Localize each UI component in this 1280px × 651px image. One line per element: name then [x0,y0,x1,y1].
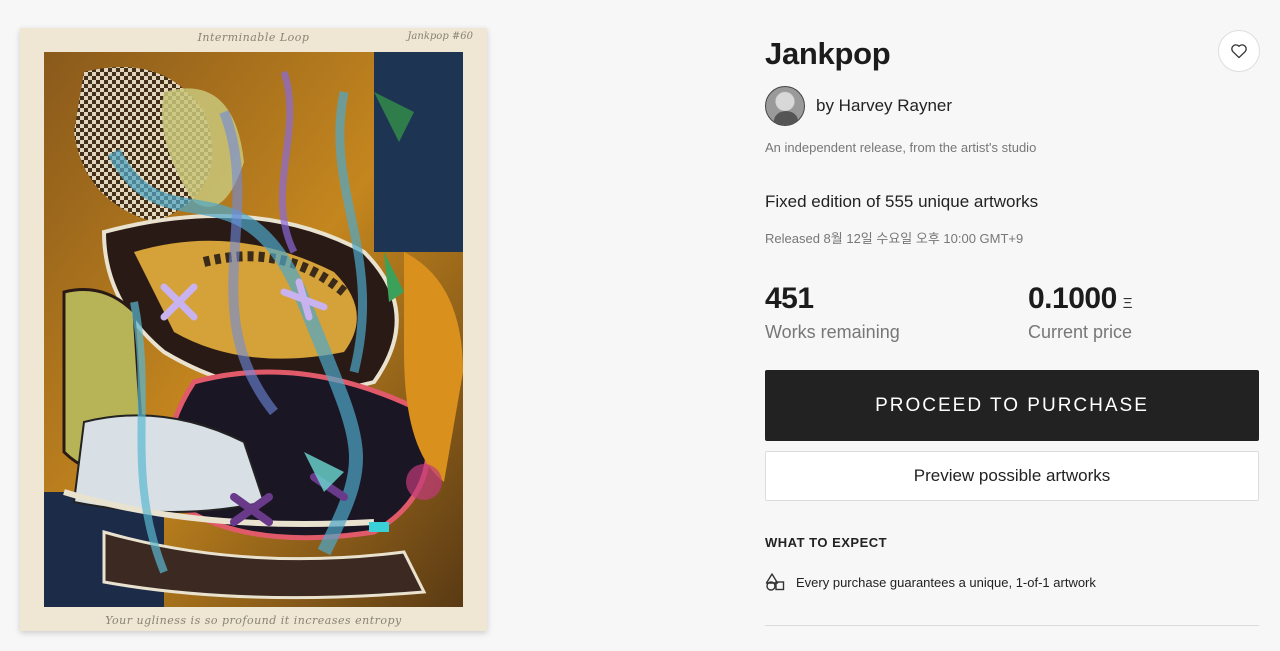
release-type: An independent release, from the artist'… [765,140,1037,155]
favorite-button[interactable] [1218,30,1260,72]
artwork-image[interactable]: Interminable Loop Jankpop #60 Your uglin… [20,28,487,631]
artist-link[interactable]: by Harvey Rayner [765,85,952,127]
project-title: Jankpop [765,36,891,71]
works-remaining-stat: 451 Works remaining [765,282,900,343]
avatar[interactable] [765,86,805,126]
what-to-expect-heading: WHAT TO EXPECT [765,535,888,550]
edition-info: Fixed edition of 555 unique artworks [765,192,1039,211]
page: Interminable Loop Jankpop #60 Your uglin… [0,0,1280,651]
preview-artworks-button[interactable]: Preview possible artworks [765,451,1259,501]
works-remaining-label: Works remaining [765,322,900,342]
artist-name[interactable]: by Harvey Rayner [816,96,952,116]
artwork-frame-caption: Your ugliness is so profound it increase… [105,614,402,627]
expect-item: Every purchase guarantees a unique, 1-of… [765,573,1096,591]
divider [765,625,1259,626]
project-details: Jankpop by Harvey Rayner An independent … [765,0,1260,651]
current-price-label: Current price [1028,322,1133,342]
works-remaining-value: 451 [765,282,814,315]
release-date: Released 8월 12일 수요일 오후 10:00 GMT+9 [765,231,1024,246]
heart-icon [1231,44,1247,59]
shapes-icon [765,573,785,591]
proceed-to-purchase-button[interactable]: PROCEED TO PURCHASE [765,370,1259,441]
current-price-stat: 0.1000 Ξ Current price [1028,282,1133,343]
current-price-value-row: 0.1000 Ξ [1028,282,1133,316]
artwork-frame-edition: Jankpop #60 [407,31,473,42]
artwork-canvas [44,52,463,607]
eth-icon: Ξ [1122,295,1133,312]
expect-item-text: Every purchase guarantees a unique, 1-of… [796,574,1096,590]
current-price-value: 0.1000 [1028,282,1117,315]
